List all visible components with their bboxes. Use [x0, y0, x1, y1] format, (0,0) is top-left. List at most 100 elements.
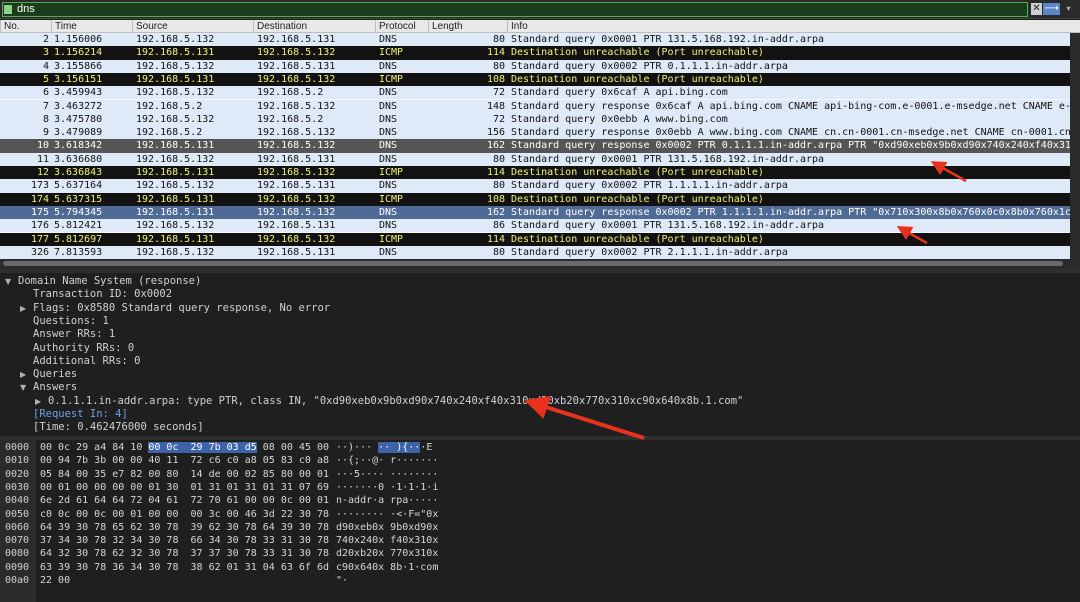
- filter-history-dropdown-icon[interactable]: ▾: [1062, 3, 1075, 15]
- column-header[interactable]: Protocol: [375, 20, 428, 33]
- detail-tree-item[interactable]: Answers: [33, 381, 77, 394]
- packet-time: 1.156214: [54, 47, 103, 59]
- packet-number: 12: [36, 167, 49, 178]
- packet-row[interactable]: 12 3.636843 192.168.5.131 192.168.5.132 ICMP…: [0, 166, 1070, 180]
- packet-protocol: ICMP: [379, 73, 404, 85]
- filter-bookmark-icon[interactable]: [4, 5, 12, 14]
- packet-row[interactable]: 5 3.156151 192.168.5.131 192.168.5.132 ICMP 1…: [0, 72, 1070, 87]
- packet-protocol: DNS: [379, 127, 398, 139]
- packet-row[interactable]: 3 1.156214 192.168.5.131 192.168.5.132 ICMP 1…: [0, 46, 1070, 60]
- expanded-arrow-icon[interactable]: ▼: [5, 275, 11, 288]
- bytes-hex-text: c0 0c 00 0c 00 01 00 00 00 3c 00 46 3d 2…: [40, 508, 329, 520]
- bytes-hex[interactable]: c0 0c 00 0c 00 01 00 00 00 3c 00 46 3d 2…: [40, 508, 329, 521]
- column-header[interactable]: Length: [428, 20, 507, 33]
- packet-row[interactable]: 4 3.155866 192.168.5.132 192.168.5.131 DNS 80…: [0, 59, 1070, 73]
- packet-list-horizontal-scrollbar[interactable]: [0, 259, 1080, 269]
- packet-info: Standard query 0x0ebb A www.bing.com: [511, 113, 728, 125]
- bytes-ascii[interactable]: ········ ·<·F="0x: [336, 508, 438, 521]
- packet-time: 7.813593: [54, 246, 103, 258]
- packet-row[interactable]: 326 7.813593 192.168.5.132 192.168.5.131 DNS…: [0, 245, 1070, 260]
- packet-row[interactable]: 174 5.637315 192.168.5.131 192.168.5.132 ICM…: [0, 192, 1070, 206]
- bytes-hex[interactable]: 37 34 30 78 32 34 30 78 66 34 30 78 33 3…: [40, 534, 329, 547]
- packet-row[interactable]: 177 5.812697 192.168.5.131 192.168.5.132 ICM…: [0, 232, 1070, 246]
- expanded-arrow-icon[interactable]: ▼: [20, 381, 26, 394]
- packet-row[interactable]: 173 5.637164 192.168.5.132 192.168.5.131 DNS…: [0, 179, 1070, 193]
- packet-row[interactable]: 10 3.618342 192.168.5.131 192.168.5.132 DNS 1…: [0, 139, 1070, 153]
- collapsed-arrow-icon[interactable]: ▶: [20, 368, 26, 381]
- packet-destination: 192.168.5.131: [257, 153, 336, 165]
- bytes-hex[interactable]: 63 39 30 78 36 34 30 78 38 62 01 31 04 6…: [40, 561, 329, 574]
- packet-protocol: DNS: [379, 220, 398, 232]
- bytes-hex[interactable]: 64 39 30 78 65 62 30 78 39 62 30 78 64 3…: [40, 521, 329, 534]
- collapsed-arrow-icon[interactable]: ▶: [35, 395, 41, 408]
- packet-list-vertical-scrollbar[interactable]: [1070, 33, 1080, 260]
- packet-protocol: ICMP: [379, 233, 404, 245]
- bytes-hex[interactable]: 64 32 30 78 62 32 30 78 37 37 30 78 33 3…: [40, 547, 329, 560]
- column-header[interactable]: No.: [0, 20, 51, 33]
- packet-row[interactable]: 2 1.156006 192.168.5.132 192.168.5.131 DNS 80…: [0, 33, 1070, 47]
- packet-info: Destination unreachable (Port unreachabl…: [511, 47, 764, 59]
- bytes-hex[interactable]: 05 84 00 35 e7 82 00 80 14 de 00 02 85 8…: [40, 468, 329, 481]
- packet-length: 114: [486, 167, 505, 178]
- column-header[interactable]: Destination: [253, 20, 375, 33]
- detail-tree-item[interactable]: Transaction ID: 0x0002: [33, 288, 172, 301]
- scrollbar-thumb[interactable]: [3, 261, 1063, 266]
- packet-row[interactable]: 11 3.636680 192.168.5.132 192.168.5.131 DNS 8…: [0, 152, 1070, 166]
- packet-row[interactable]: 6 3.459943 192.168.5.132 192.168.5.2 DNS 72 St…: [0, 86, 1070, 100]
- packet-protocol: DNS: [379, 153, 398, 165]
- packet-source: 192.168.5.131: [136, 193, 215, 205]
- bytes-ascii[interactable]: ··)··· ·· ){···E: [336, 441, 432, 454]
- bytes-ascii[interactable]: d20xb20x 770x310x: [336, 547, 438, 560]
- detail-tree-item[interactable]: 0.1.1.1.in-addr.arpa: type PTR, class IN…: [48, 395, 743, 408]
- bytes-ascii[interactable]: ···5···· ········: [336, 468, 438, 481]
- column-header[interactable]: Source: [132, 20, 253, 33]
- detail-tree-item[interactable]: Domain Name System (response): [18, 275, 201, 288]
- detail-tree-item[interactable]: Authority RRs: 0: [33, 342, 134, 355]
- bytes-ascii[interactable]: "·: [336, 574, 348, 587]
- bytes-ascii[interactable]: n-addr·a rpa·····: [336, 494, 438, 507]
- bytes-hex[interactable]: 22 00: [40, 574, 70, 587]
- packet-time: 3.463272: [54, 100, 103, 112]
- bytes-hex[interactable]: 6e 2d 61 64 64 72 04 61 72 70 61 00 00 0…: [40, 494, 329, 507]
- packet-row[interactable]: 9 3.479089 192.168.5.2 192.168.5.132 DNS 156 S…: [0, 126, 1070, 140]
- packet-row[interactable]: 7 3.463272 192.168.5.2 192.168.5.132 DNS 148 S…: [0, 99, 1070, 113]
- clear-icon[interactable]: ✕: [1031, 3, 1042, 15]
- bytes-ascii-text: ········ ·<·F="0x: [336, 508, 439, 520]
- packet-source: 192.168.5.131: [136, 233, 215, 245]
- bytes-ascii[interactable]: ··{;··@· r·······: [336, 454, 438, 467]
- packet-protocol: ICMP: [379, 47, 404, 59]
- packet-protocol: ICMP: [379, 167, 404, 178]
- apply-arrow-icon[interactable]: ⟶: [1043, 3, 1060, 15]
- bytes-hex[interactable]: 00 01 00 00 00 00 01 30 01 31 01 31 01 3…: [40, 481, 329, 494]
- bytes-hex[interactable]: 00 0c 29 a4 84 10 00 0c 29 7b 03 d5 08 0…: [40, 441, 329, 454]
- packet-source: 192.168.5.132: [136, 180, 215, 192]
- packet-number: 10: [36, 140, 49, 152]
- packet-row[interactable]: 176 5.812421 192.168.5.132 192.168.5.131 DNS…: [0, 219, 1070, 233]
- packet-protocol: DNS: [379, 113, 398, 125]
- column-header[interactable]: Info: [507, 20, 1070, 33]
- packet-info: Standard query 0x0001 PTR 131.5.168.192.…: [511, 153, 825, 165]
- display-filter-input[interactable]: dns: [2, 2, 1028, 17]
- bytes-ascii[interactable]: d90xeb0x 9b0xd90x: [336, 521, 438, 534]
- bytes-hex-text: 37 34 30 78 32 34 30 78 66 34 30 78 33 3…: [40, 535, 329, 547]
- detail-tree-item[interactable]: [Request In: 4]: [33, 408, 128, 421]
- detail-tree-item[interactable]: Answer RRs: 1: [33, 328, 115, 341]
- bytes-hex-text: 08 00 45 00: [256, 442, 329, 453]
- detail-tree-item[interactable]: Additional RRs: 0: [33, 355, 140, 368]
- column-header[interactable]: Time: [51, 20, 132, 33]
- bytes-ascii[interactable]: 740x240x f40x310x: [336, 534, 438, 547]
- bytes-row: 0040 6e 2d 61 64 64 72 04 61 72 70 61 00 …: [0, 494, 1080, 507]
- detail-tree-item[interactable]: Flags: 0x8580 Standard query response, N…: [33, 302, 330, 315]
- packet-info: Destination unreachable (Port unreachabl…: [511, 233, 764, 245]
- bytes-hex-text: 63 39 30 78 36 34 30 78 38 62 01 31 04 6…: [40, 561, 329, 573]
- bytes-ascii[interactable]: c90x640x 8b·1·com: [336, 561, 438, 574]
- packet-number: 174: [30, 193, 49, 205]
- packet-row[interactable]: 8 3.475780 192.168.5.132 192.168.5.2 DNS 72 St…: [0, 112, 1070, 127]
- packet-row[interactable]: 175 5.794345 192.168.5.131 192.168.5.132 DNS…: [0, 205, 1070, 220]
- bytes-hex[interactable]: 00 94 7b 3b 00 00 40 11 72 c6 c0 a8 05 8…: [40, 454, 329, 467]
- bytes-ascii[interactable]: ·······0 ·1·1·1·i: [336, 481, 438, 494]
- detail-tree-item[interactable]: Queries: [33, 368, 77, 381]
- detail-tree-item[interactable]: Questions: 1: [33, 315, 109, 328]
- collapsed-arrow-icon[interactable]: ▶: [20, 302, 26, 315]
- detail-tree-item[interactable]: [Time: 0.462476000 seconds]: [33, 421, 204, 434]
